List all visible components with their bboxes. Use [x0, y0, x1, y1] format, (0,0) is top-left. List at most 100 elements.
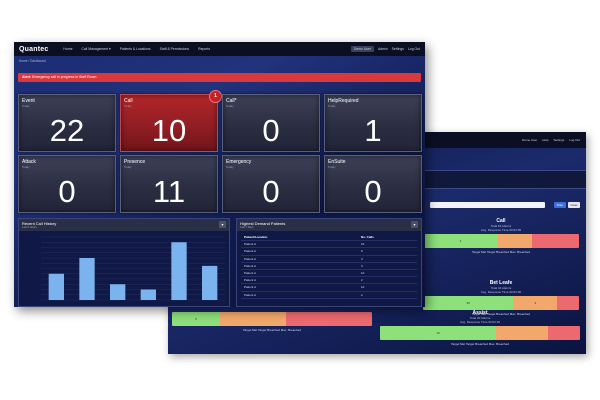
- notification-badge[interactable]: 1: [209, 90, 222, 103]
- tile-period: Today: [22, 104, 30, 108]
- patient-cell: Patient A: [244, 271, 257, 276]
- table-row[interactable]: Patient A 2: [241, 277, 417, 285]
- target-bar-segment: [220, 312, 286, 326]
- widget-response-time: Avg. Response Time 00:02:05: [480, 228, 522, 232]
- patient-cell: Patient A: [244, 256, 257, 261]
- target-bar: 60 3: [423, 296, 579, 310]
- clear-button[interactable]: Clear: [568, 202, 580, 208]
- chart-bar[interactable]: [140, 289, 156, 301]
- tile-period: Today: [328, 165, 336, 169]
- secondary-nav-item[interactable]: Log Out: [569, 138, 580, 142]
- chevron-down-icon[interactable]: ▾: [219, 221, 226, 228]
- main-dashboard-window: Quantec Home Call Management ▾ Patients …: [14, 42, 425, 307]
- patient-cell: Patient A: [244, 263, 257, 268]
- table-row[interactable]: Patient A 10: [241, 284, 417, 292]
- stat-tile-call[interactable]: Call* Today 0: [222, 94, 320, 152]
- calls-cell: 2: [361, 278, 363, 283]
- widget-legend: Target Met Target Breached Max. Breached: [472, 250, 530, 254]
- widget-legend: Target Met Target Breached Max. Breached: [243, 328, 301, 332]
- tile-count: 22: [49, 113, 85, 148]
- target-bar-segment: [548, 326, 580, 340]
- column-header: No. Calls: [361, 235, 374, 240]
- target-bar: 4: [423, 234, 579, 248]
- chart-bar[interactable]: [48, 273, 64, 300]
- main-menu: Home Call Management ▾ Patients & Locati…: [63, 47, 210, 51]
- tile-count: 0: [262, 113, 280, 148]
- chart-bar[interactable]: [202, 265, 218, 300]
- target-bar-segment: [286, 312, 372, 326]
- table-row[interactable]: Patient A 6: [241, 248, 417, 256]
- tile-count: 10: [151, 113, 187, 148]
- stat-tile-emergency[interactable]: Emergency Today 0: [222, 155, 320, 213]
- menu-call-management[interactable]: Call Management ▾: [81, 47, 110, 51]
- stat-tile-helprequired[interactable]: HelpRequired Today 1: [324, 94, 422, 152]
- tile-count: 1: [364, 113, 382, 148]
- stat-tile-attack[interactable]: Attack Today 0: [18, 155, 116, 213]
- demand-panel: Highest Demand Patients Last 7 Days ▾ Pa…: [236, 218, 422, 307]
- stat-tile-ensuite[interactable]: EnSuite Today 0: [324, 155, 422, 213]
- widget-response-time: Avg. Response Time 00:02:20: [459, 320, 501, 324]
- secondary-nav-item[interactable]: Demo User: [522, 138, 537, 142]
- tile-period: Today: [226, 104, 234, 108]
- calls-cell: 2: [361, 292, 363, 297]
- filter-button[interactable]: Filter: [554, 202, 566, 208]
- target-bar-segment: [497, 234, 533, 248]
- panel-subtitle: Last 6 Hours: [22, 226, 37, 229]
- stat-tile-presence[interactable]: Presence Today 11: [120, 155, 218, 213]
- table-header-row: Patient/Location No. Calls: [241, 234, 417, 242]
- admin-link[interactable]: Admin: [378, 47, 388, 51]
- widget-response-time: Avg. Response Time 00:02:06: [480, 290, 522, 294]
- calls-cell: 6: [361, 249, 363, 254]
- menu-home[interactable]: Home: [63, 47, 72, 51]
- user-nav: Demo User Admin Settings Log Out: [350, 46, 420, 52]
- top-nav: Quantec Home Call Management ▾ Patients …: [14, 42, 425, 56]
- table-row[interactable]: Patient A 3: [241, 263, 417, 270]
- table-row[interactable]: Patient A 10: [241, 241, 417, 249]
- widget-legend: Target Met Target Breached Max. Breached: [451, 342, 509, 346]
- stat-tiles-row-2: Attack Today 0 Presence Today 11 Emergency Toda…: [18, 155, 422, 213]
- emergency-alert-banner[interactable]: Alert: Emergency call in progress in Sta…: [18, 73, 421, 82]
- logout-link[interactable]: Log Out: [408, 47, 420, 51]
- target-bar: 5: [172, 312, 372, 326]
- table-row[interactable]: Patient A 10: [241, 270, 417, 278]
- response-widget: Call Total 64 Alarms Avg. Response Time 00…: [423, 218, 579, 254]
- stat-tile-call[interactable]: Call Today 10 1: [120, 90, 222, 152]
- patient-cell: Patient A: [244, 242, 257, 247]
- column-header: Patient/Location: [244, 235, 268, 240]
- patient-cell: Patient A: [244, 285, 257, 290]
- patient-cell: Patient A: [244, 278, 257, 283]
- settings-link[interactable]: Settings: [392, 47, 404, 51]
- table-row[interactable]: Patient A 4: [241, 256, 417, 263]
- demand-table: Patient/Location No. Calls Patient A 10 Pati…: [241, 234, 417, 299]
- target-bar-segment: [532, 234, 579, 248]
- chevron-down-icon[interactable]: ▾: [411, 221, 418, 228]
- table-row[interactable]: Patient A 2: [241, 292, 417, 299]
- chart-bar[interactable]: [79, 258, 95, 300]
- secondary-nav-item[interactable]: Help: [542, 138, 548, 142]
- menu-staff-permissions[interactable]: Staff & Permissions: [160, 47, 190, 51]
- panel-header: Highest Demand Patients Last 7 Days ▾: [237, 219, 421, 231]
- user-menu-button[interactable]: Demo User: [350, 46, 375, 52]
- tile-count: 0: [364, 174, 382, 209]
- alert-prefix: Alert:: [22, 75, 32, 79]
- secondary-header-banner: [423, 170, 586, 189]
- response-widget: 5 Target Met Target Breached Max. Breache…: [172, 310, 372, 332]
- secondary-filter-input[interactable]: [430, 202, 545, 208]
- brand-logo[interactable]: Quantec: [19, 46, 48, 53]
- tile-count: 11: [152, 174, 186, 209]
- panel-header: Recent Call History Last 6 Hours ▾: [19, 219, 229, 231]
- patient-cell: Patient A: [244, 292, 257, 297]
- calls-cell: 4: [361, 256, 363, 261]
- tile-period: Today: [124, 104, 132, 108]
- call-history-chart: [41, 236, 225, 301]
- stat-tile-event[interactable]: Event Today 22: [18, 94, 116, 152]
- menu-patients-locations[interactable]: Patients & Locations: [120, 47, 151, 51]
- tile-period: Today: [226, 165, 234, 169]
- calls-cell: 10: [361, 285, 365, 290]
- secondary-nav-item[interactable]: Settings: [553, 138, 564, 142]
- chart-bar[interactable]: [171, 242, 187, 300]
- breadcrumb[interactable]: Home / Dashboard: [14, 56, 425, 66]
- chart-bar[interactable]: [110, 284, 126, 300]
- menu-reports[interactable]: Reports: [198, 47, 210, 51]
- call-history-panel: Recent Call History Last 6 Hours ▾: [18, 218, 230, 307]
